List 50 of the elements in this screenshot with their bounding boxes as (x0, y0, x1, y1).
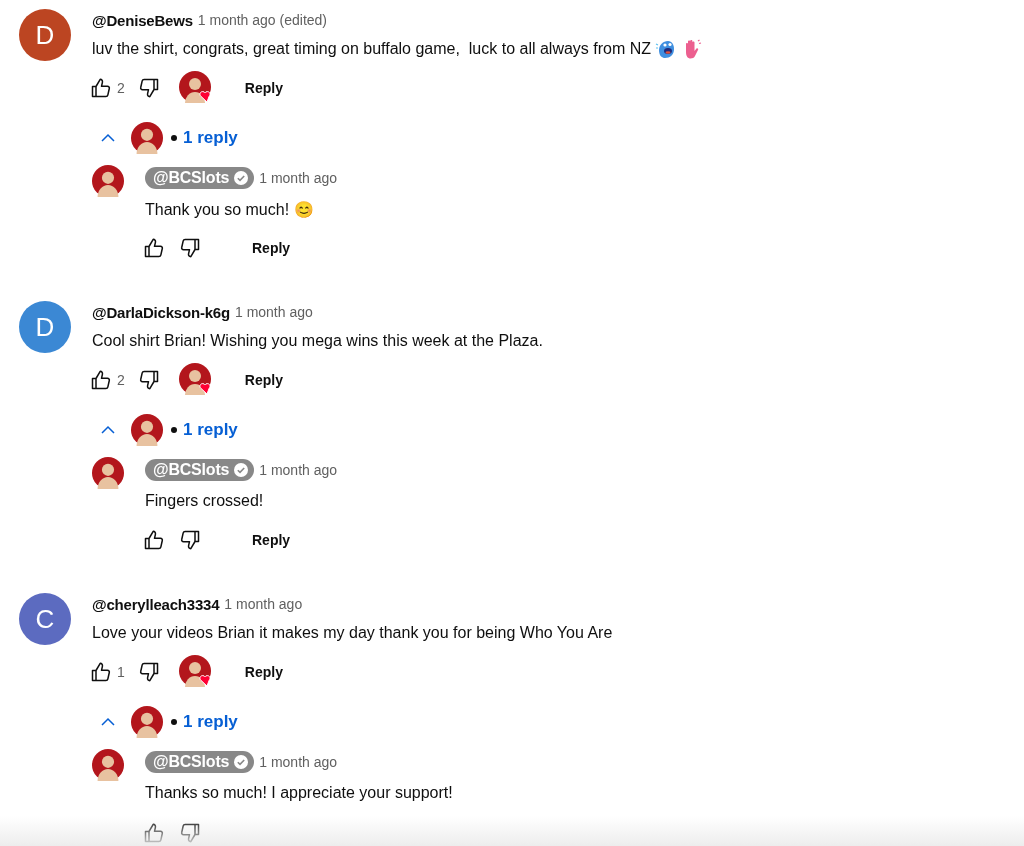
avatar: D (19, 9, 71, 61)
avatar-icon (92, 165, 124, 197)
replies-link[interactable]: 1 reply (183, 712, 238, 732)
thumbs-up-icon[interactable] (142, 528, 166, 552)
reply-button[interactable]: Reply (232, 656, 295, 688)
like-count: 2 (117, 80, 125, 96)
author-name[interactable]: @DarlaDickson-k6g (92, 303, 230, 321)
comment-time[interactable]: 1 month ago (224, 596, 303, 612)
like-count: 1 (117, 664, 125, 680)
reply-button[interactable]: Reply (240, 232, 303, 264)
avatar-icon (92, 457, 124, 489)
comment-text: luv the shirt, congrats, great timing on buffalo game, luck to all always from NZ (92, 40, 652, 58)
thumbs-down-icon[interactable] (178, 821, 202, 845)
comment-text: Thank you so much! 😊 (145, 199, 314, 219)
author-badge[interactable]: @BCSlots (145, 459, 255, 481)
comment-text: Cool shirt Brian! Wishing you mega wins this week at the Plaza. (92, 332, 543, 350)
thumbs-down-icon[interactable] (178, 236, 202, 260)
replies-link[interactable]: 1 reply (183, 128, 238, 148)
comment-time[interactable]: 1 month ago (234, 304, 313, 320)
comment-time[interactable]: 1 month ago (259, 754, 338, 770)
avatar: C (19, 593, 71, 645)
dot-icon (171, 427, 177, 433)
thumbs-up-icon[interactable] (89, 76, 113, 100)
author-name[interactable]: @DeniseBews (92, 11, 193, 29)
avatar-icon (131, 414, 163, 446)
author-badge[interactable]: @BCSlots (145, 751, 255, 773)
reply-button[interactable]: Reply (240, 524, 303, 556)
dot-icon (171, 135, 177, 141)
author-badge[interactable]: @BCSlots (145, 167, 255, 189)
reply-button[interactable]: Reply (232, 364, 295, 396)
thumbs-up-icon[interactable] (89, 368, 113, 392)
avatar: D (19, 301, 71, 353)
comment-time[interactable]: 1 month ago (259, 462, 338, 478)
thumbs-up-icon[interactable] (142, 236, 166, 260)
replies-link[interactable]: 1 reply (183, 420, 238, 440)
comment-time[interactable]: 1 month ago (edited) (197, 12, 327, 28)
comment-text: Fingers crossed! (145, 492, 264, 510)
comment-text: Thanks so much! I appreciate your support! (145, 784, 453, 802)
like-count: 2 (117, 372, 125, 388)
thumbs-down-icon[interactable] (178, 528, 202, 552)
avatar-icon (131, 706, 163, 738)
comment-text: Love your videos Brian it makes my day thank you for being Who You Are (92, 624, 613, 642)
thumbs-up-icon[interactable] (142, 821, 166, 845)
thumbs-up-icon[interactable] (89, 660, 113, 684)
avatar-icon (92, 749, 124, 781)
avatar-icon (131, 122, 163, 154)
reply-button[interactable]: Reply (232, 72, 295, 104)
author-name[interactable]: @cherylleach3334 (92, 595, 220, 613)
comment-time[interactable]: 1 month ago (259, 170, 338, 186)
dot-icon (171, 719, 177, 725)
